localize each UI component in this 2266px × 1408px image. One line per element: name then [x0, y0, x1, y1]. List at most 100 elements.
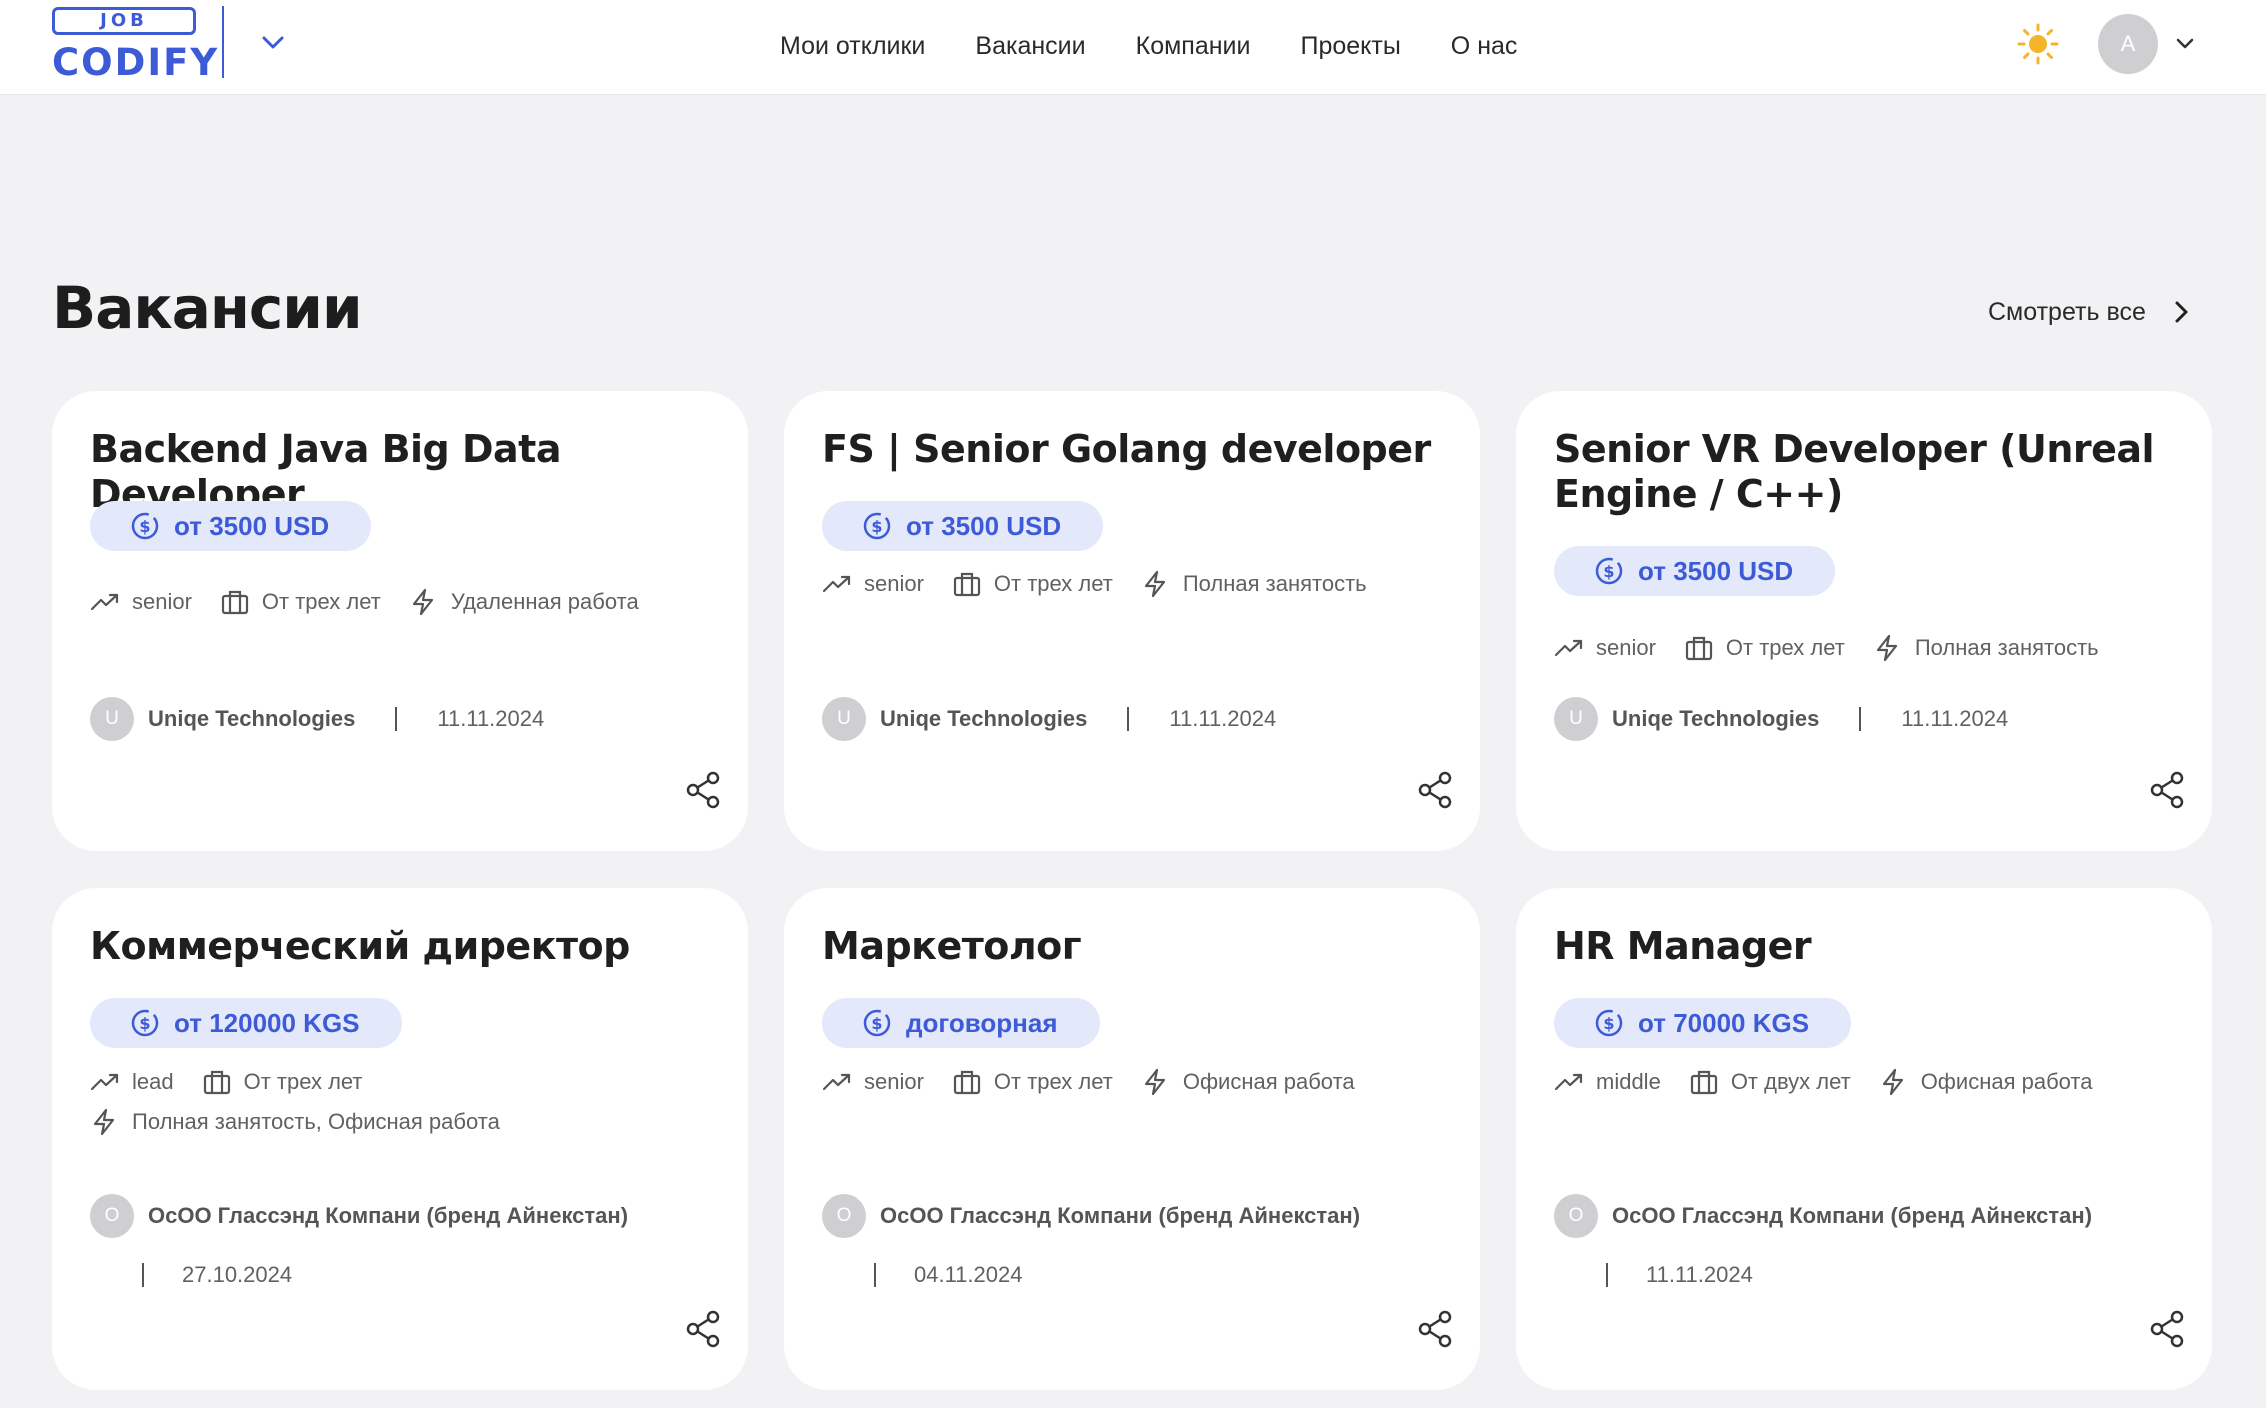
company-row: О ОсОО Глассэнд Компани (бренд Айнекстан…: [90, 1194, 628, 1238]
divider: [1859, 707, 1862, 731]
share-icon[interactable]: [1414, 769, 1456, 811]
vacancy-title[interactable]: Маркетолог: [822, 924, 1452, 969]
trending-up-icon: [822, 1067, 852, 1097]
lightning-icon: [1141, 569, 1171, 599]
experience-text: От трех лет: [243, 1069, 363, 1094]
company-name[interactable]: Uniqe Technologies: [148, 706, 355, 732]
dollar-icon: $: [1594, 1008, 1624, 1038]
user-avatar[interactable]: A: [2098, 14, 2158, 74]
vacancy-card[interactable]: Маркетолог $ договорная senior От трех л…: [784, 888, 1480, 1390]
see-all-label: Смотреть все: [1988, 297, 2146, 326]
vacancy-meta: middle От двух лет Офисная работа: [1554, 1067, 2121, 1097]
briefcase-icon: [1689, 1067, 1719, 1097]
level-text: senior: [864, 1069, 924, 1094]
dollar-icon: $: [862, 1008, 892, 1038]
trending-up-icon: [1554, 1067, 1584, 1097]
vacancy-meta: senior От трех лет Удаленная работа: [90, 587, 667, 617]
experience-text: От трех лет: [993, 571, 1113, 596]
divider: [1127, 707, 1130, 731]
vacancy-title[interactable]: Senior VR Developer (Unreal Engine / C++…: [1554, 427, 2184, 517]
company-name[interactable]: ОсОО Глассэнд Компани (бренд Айнекстан): [880, 1203, 1360, 1229]
lightning-icon: [1141, 1067, 1171, 1097]
lightning-icon: [90, 1107, 120, 1137]
lightning-icon: [409, 587, 439, 617]
posted-date: 27.10.2024: [182, 1262, 293, 1287]
level-text: senior: [1596, 635, 1656, 660]
company-row: U Uniqe Technologies 11.11.2024: [1554, 697, 2008, 741]
chevron-down-icon[interactable]: [258, 28, 288, 58]
main-nav: Мои отклики Вакансии Компании Проекты О …: [780, 26, 1567, 66]
experience-text: От трех лет: [1725, 635, 1845, 660]
company-avatar: О: [90, 1194, 134, 1238]
vacancy-meta: senior От трех лет Полная занятость: [822, 569, 1395, 599]
share-icon[interactable]: [2146, 1308, 2188, 1350]
share-icon[interactable]: [2146, 769, 2188, 811]
date-row: 27.10.2024: [142, 1262, 292, 1288]
company-avatar: О: [1554, 1194, 1598, 1238]
chevron-down-icon[interactable]: [2172, 30, 2198, 56]
company-name[interactable]: ОсОО Глассэнд Компани (бренд Айнекстан): [148, 1203, 628, 1229]
vacancy-title[interactable]: FS | Senior Golang developer: [822, 427, 1452, 472]
posted-date: 11.11.2024: [1169, 706, 1277, 731]
see-all-link[interactable]: Смотреть все: [1988, 292, 2196, 332]
nav-vacancies[interactable]: Вакансии: [975, 26, 1085, 66]
nav-companies[interactable]: Компании: [1136, 26, 1251, 66]
company-row: U Uniqe Technologies 11.11.2024: [90, 697, 544, 741]
company-avatar: U: [90, 697, 134, 741]
share-icon[interactable]: [682, 1308, 724, 1350]
work-type-text: Полная занятость, Офисная работа: [132, 1109, 500, 1134]
divider: [142, 1263, 144, 1287]
experience-text: От двух лет: [1730, 1069, 1851, 1094]
salary-badge: $ от 3500 USD: [822, 501, 1104, 551]
company-avatar: О: [822, 1194, 866, 1238]
nav-projects[interactable]: Проекты: [1300, 26, 1400, 66]
level-text: senior: [864, 571, 924, 596]
date-row: 11.11.2024: [1606, 1262, 1753, 1288]
dollar-icon: $: [130, 1008, 160, 1038]
trending-up-icon: [90, 1067, 120, 1097]
level-text: middle: [1596, 1069, 1661, 1094]
share-icon[interactable]: [1414, 1308, 1456, 1350]
posted-date: 11.11.2024: [1901, 706, 2009, 731]
vacancy-title[interactable]: HR Manager: [1554, 924, 2184, 969]
salary-text: договорная: [906, 1007, 1058, 1038]
nav-about[interactable]: О нас: [1451, 26, 1518, 66]
codify-logo[interactable]: JOB CODIFY: [52, 7, 217, 83]
vacancy-meta: lead От трех лет: [90, 1067, 391, 1097]
share-icon[interactable]: [682, 769, 724, 811]
vacancy-card[interactable]: Backend Java Big Data Developer $ от 350…: [52, 391, 748, 851]
salary-text: от 3500 USD: [1638, 555, 1794, 586]
salary-badge: $ от 3500 USD: [1554, 546, 1836, 596]
salary-text: от 3500 USD: [174, 510, 330, 541]
top-header: JOB CODIFY Мои отклики Вакансии Компании…: [0, 0, 2266, 95]
svg-text:$: $: [871, 517, 882, 536]
nav-my-responses[interactable]: Мои отклики: [780, 26, 925, 66]
sun-icon[interactable]: [2016, 22, 2060, 66]
vacancy-card[interactable]: Коммерческий директор $ от 120000 KGS le…: [52, 888, 748, 1390]
company-name[interactable]: ОсОО Глассэнд Компани (бренд Айнекстан): [1612, 1203, 2092, 1229]
briefcase-icon: [952, 569, 982, 599]
vacancy-meta: senior От трех лет Полная занятость: [1554, 633, 2127, 663]
trending-up-icon: [90, 587, 120, 617]
work-type-text: Офисная работа: [1920, 1069, 2093, 1094]
vacancy-card[interactable]: Senior VR Developer (Unreal Engine / C++…: [1516, 391, 2212, 851]
company-avatar: U: [822, 697, 866, 741]
chevron-right-icon: [2166, 297, 2196, 327]
dollar-icon: $: [1594, 556, 1624, 586]
svg-text:$: $: [1603, 562, 1614, 581]
svg-text:$: $: [139, 1014, 150, 1033]
salary-text: от 70000 KGS: [1638, 1007, 1810, 1038]
vacancy-title[interactable]: Коммерческий директор: [90, 924, 720, 969]
vacancy-card[interactable]: HR Manager $ от 70000 KGS middle От двух…: [1516, 888, 2212, 1390]
company-row: О ОсОО Глассэнд Компани (бренд Айнекстан…: [822, 1194, 1360, 1238]
company-avatar: U: [1554, 697, 1598, 741]
svg-text:$: $: [871, 1014, 882, 1033]
salary-text: от 3500 USD: [906, 510, 1062, 541]
vacancy-card[interactable]: FS | Senior Golang developer $ от 3500 U…: [784, 391, 1480, 851]
salary-badge: $ от 70000 KGS: [1554, 998, 1852, 1048]
page-title: Вакансии: [52, 274, 363, 342]
company-name[interactable]: Uniqe Technologies: [880, 706, 1087, 732]
divider: [395, 707, 398, 731]
level-text: senior: [132, 589, 192, 614]
company-name[interactable]: Uniqe Technologies: [1612, 706, 1819, 732]
